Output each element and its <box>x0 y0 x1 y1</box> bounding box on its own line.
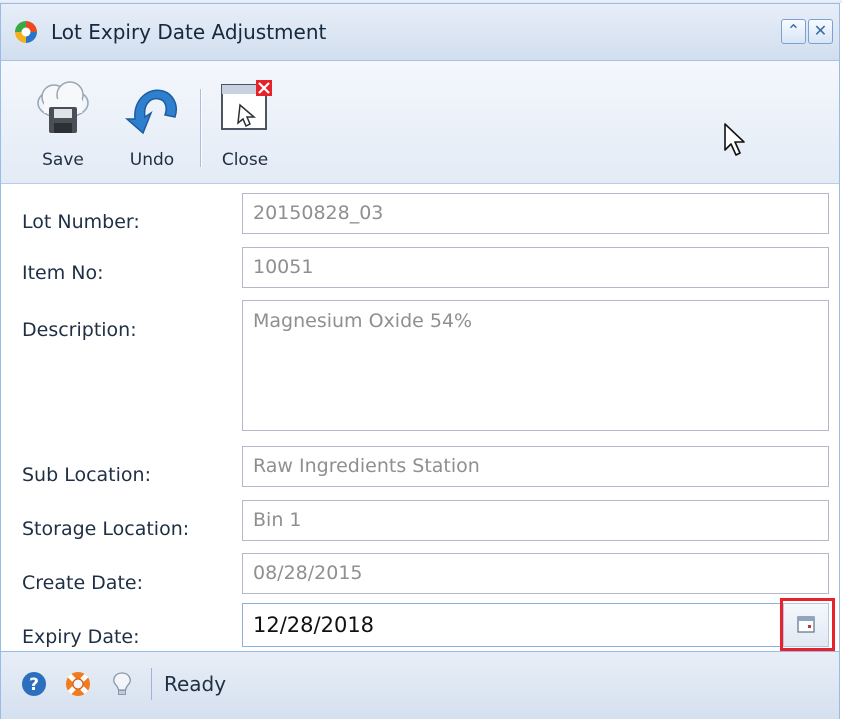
lot-expiry-window: Lot Expiry Date Adjustment ⌃ ✕ Save Undo… <box>0 3 840 719</box>
calendar-icon <box>797 616 815 633</box>
status-separator <box>151 668 152 700</box>
window-close-button[interactable]: ✕ <box>808 19 833 44</box>
save-button[interactable]: Save <box>31 79 95 179</box>
action-toolbar: Save Undo Close <box>1 61 839 184</box>
create-date-field[interactable]: 08/28/2015 <box>242 553 829 594</box>
sub-location-field[interactable]: Raw Ingredients Station <box>242 446 829 487</box>
sub-location-label: Sub Location: <box>22 464 151 486</box>
item-no-label: Item No: <box>22 262 104 284</box>
date-picker-trigger[interactable] <box>783 603 829 647</box>
mouse-pointer-icon <box>724 123 745 156</box>
window-titlebar[interactable]: Lot Expiry Date Adjustment ⌃ ✕ <box>1 4 839 61</box>
close-button[interactable]: Close <box>213 79 277 179</box>
lifebuoy-icon[interactable] <box>65 671 91 697</box>
storage-location-label: Storage Location: <box>22 518 190 540</box>
close-icon: ✕ <box>813 21 828 40</box>
undo-arrow-icon <box>125 89 177 135</box>
restore-button[interactable]: ⌃ <box>781 19 806 44</box>
lot-form: Lot Number: 20150828_03 Item No: 10051 D… <box>1 184 839 654</box>
undo-button[interactable]: Undo <box>117 79 187 179</box>
help-icon[interactable]: ? <box>21 671 47 697</box>
app-logo-icon <box>15 21 37 43</box>
save-label: Save <box>42 150 84 170</box>
expiry-date-label: Expiry Date: <box>22 626 140 648</box>
toolbar-separator <box>200 89 202 167</box>
window-title: Lot Expiry Date Adjustment <box>51 20 327 44</box>
double-chevron-up-icon: ⌃ <box>786 21 801 40</box>
create-date-label: Create Date: <box>22 572 143 594</box>
expiry-date-input[interactable]: 12/28/2018 <box>242 603 782 647</box>
status-bar: ? Ready <box>1 651 839 719</box>
lightbulb-icon[interactable] <box>109 671 135 697</box>
description-field[interactable]: Magnesium Oxide 54% <box>242 300 829 431</box>
item-no-field[interactable]: 10051 <box>242 247 829 288</box>
close-window-icon <box>221 80 272 130</box>
storage-location-field[interactable]: Bin 1 <box>242 500 829 541</box>
undo-label: Undo <box>129 150 175 170</box>
status-text: Ready <box>164 672 227 696</box>
svg-text:?: ? <box>29 675 39 695</box>
lot-number-label: Lot Number: <box>22 211 140 233</box>
lot-number-field[interactable]: 20150828_03 <box>242 193 829 234</box>
close-label: Close <box>221 150 269 170</box>
description-label: Description: <box>22 319 137 341</box>
cloud-save-icon <box>37 81 89 133</box>
